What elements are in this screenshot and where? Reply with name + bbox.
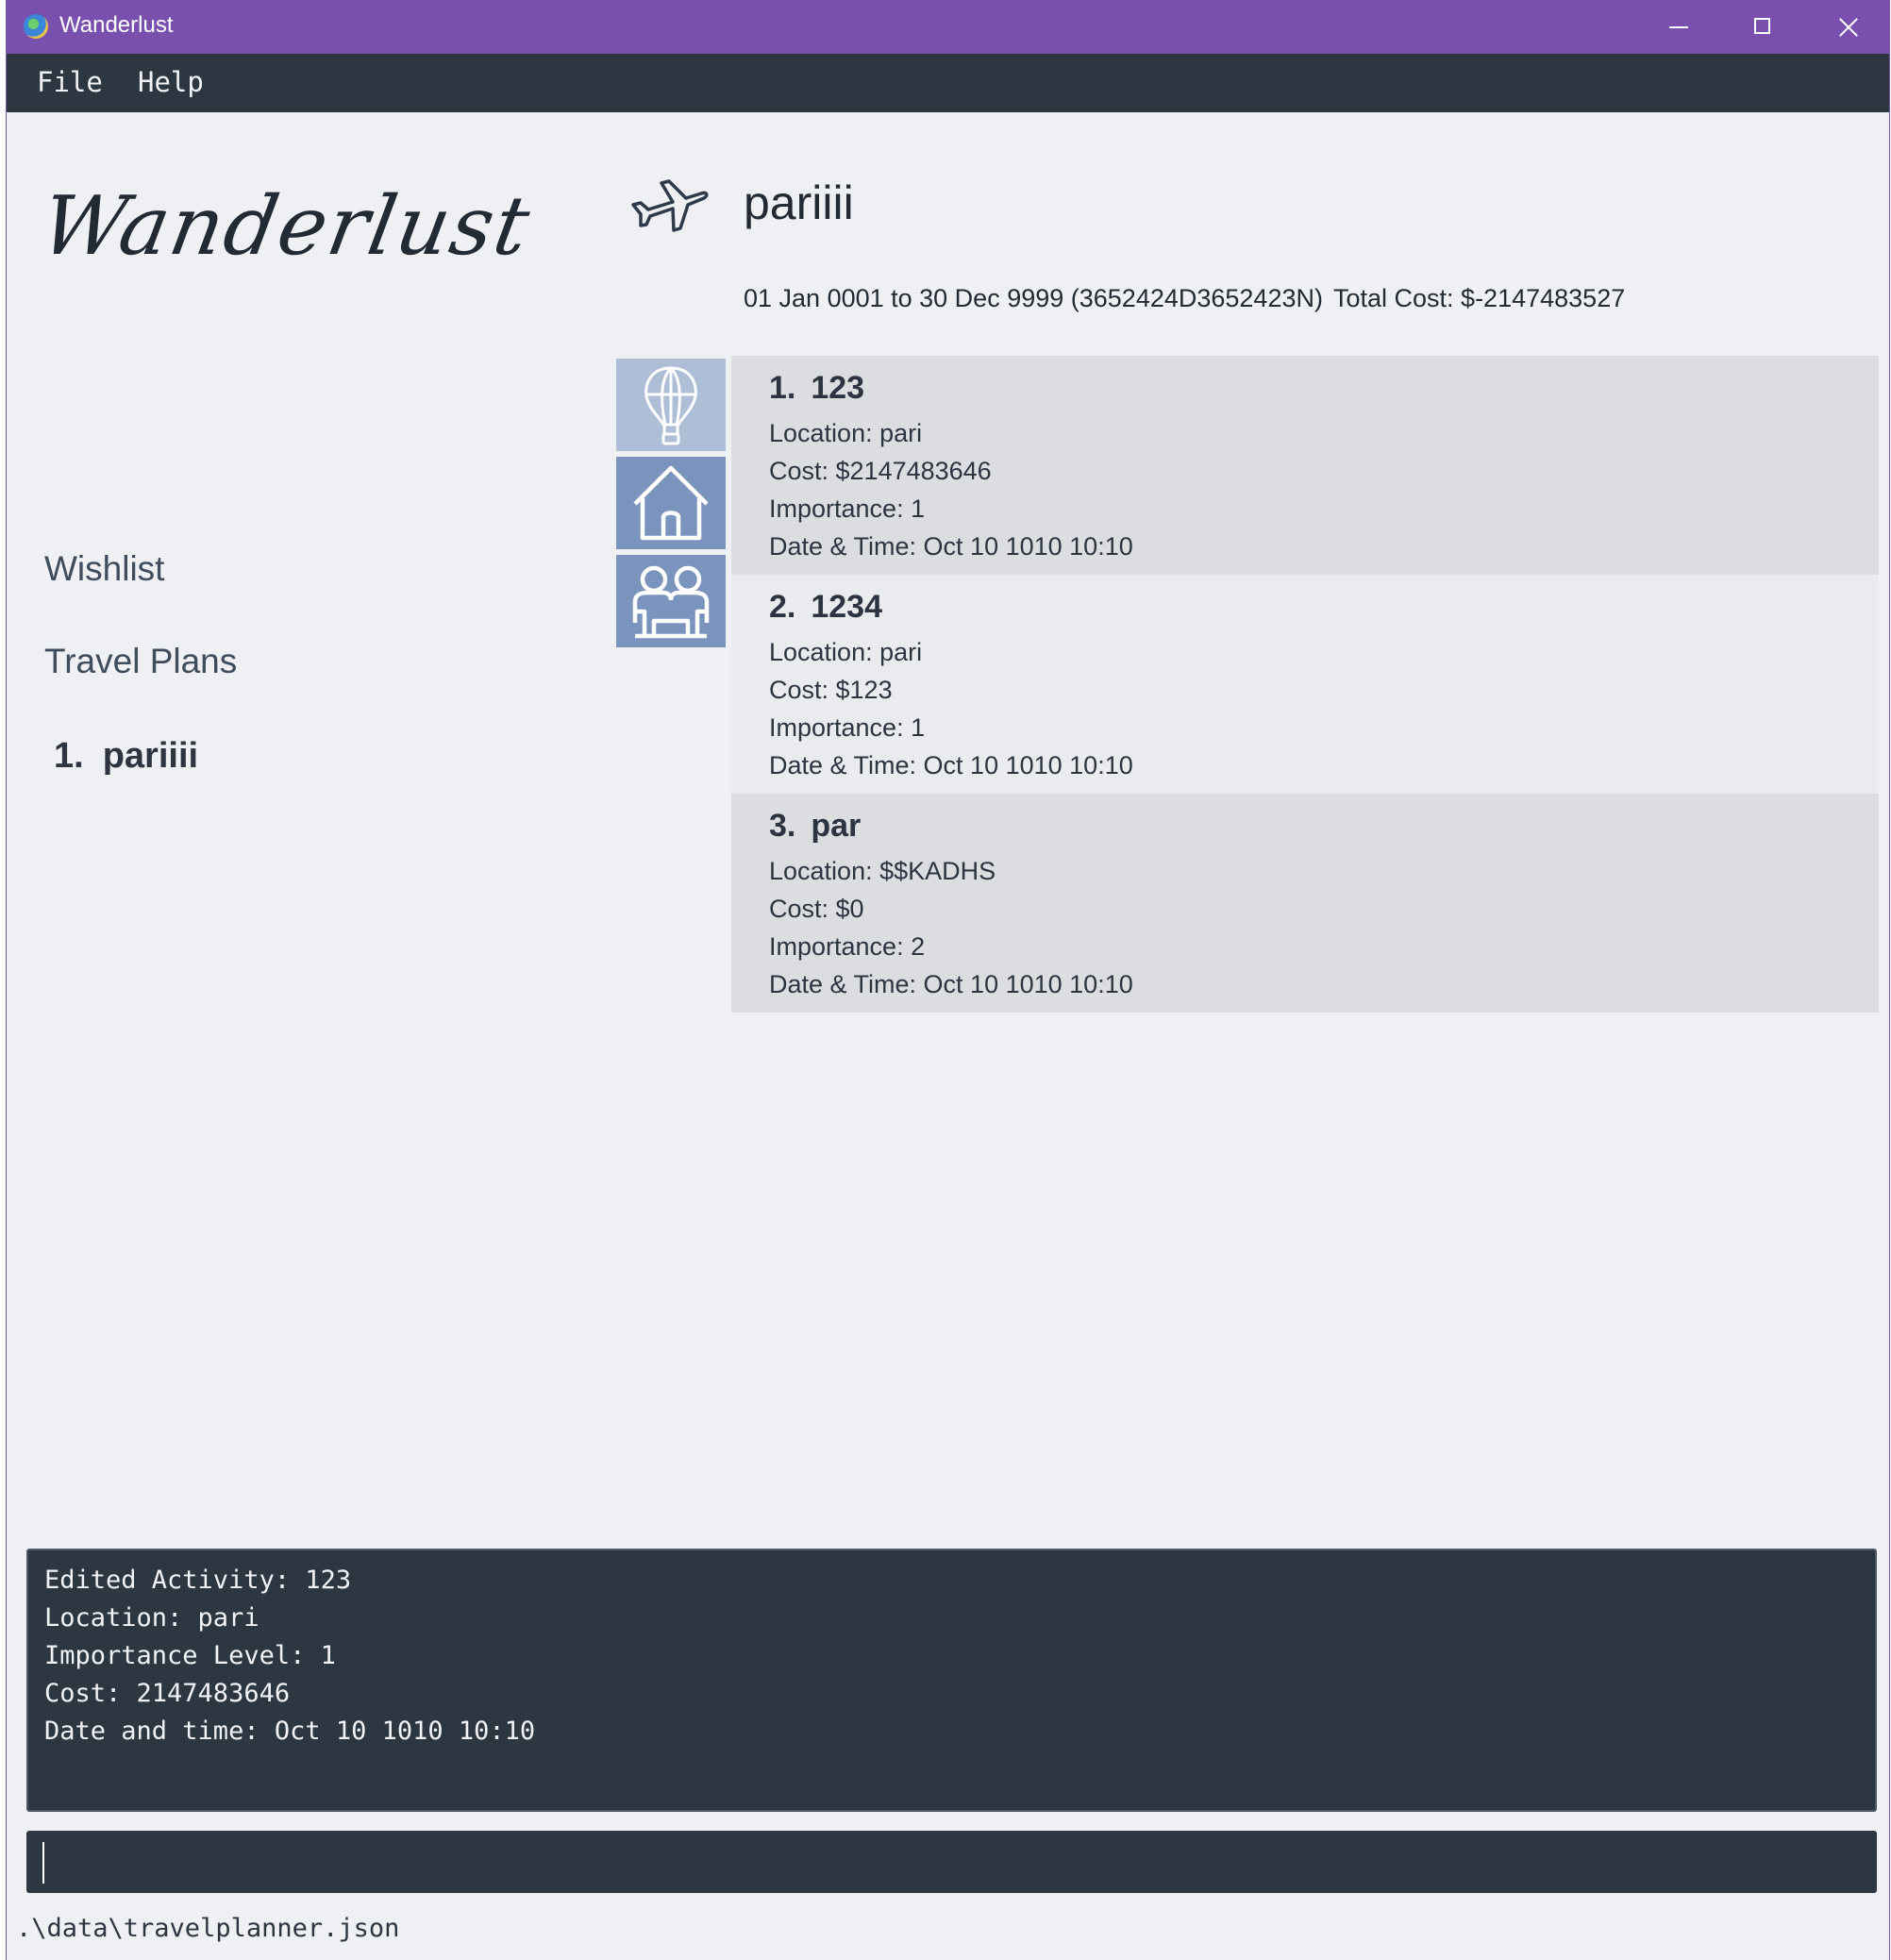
command-input[interactable] bbox=[26, 1831, 1877, 1893]
globe-icon bbox=[24, 14, 48, 39]
activity-index: 2. bbox=[769, 589, 796, 625]
travel-plan-item[interactable]: 1. pariiii bbox=[54, 736, 198, 777]
nav-travel-plans[interactable]: Travel Plans bbox=[44, 642, 237, 681]
result-display[interactable]: Edited Activity: 123 Location: pari Impo… bbox=[26, 1549, 1877, 1812]
activity-list: 1. 123 Location: pari Cost: $2147483646 I… bbox=[731, 356, 1879, 1013]
close-icon[interactable] bbox=[1804, 0, 1889, 54]
activity-importance: Importance: 2 bbox=[769, 932, 926, 961]
friends-icon bbox=[632, 565, 710, 639]
activity-index: 1. bbox=[769, 370, 796, 406]
travel-plan-title: pariiii bbox=[744, 176, 854, 229]
activity-cost: Cost: $123 bbox=[769, 676, 893, 704]
app-logo: Wanderlust bbox=[34, 179, 539, 274]
activity-name: 123 bbox=[811, 370, 865, 406]
nav-wishlist[interactable]: Wishlist bbox=[44, 549, 164, 589]
activity-title: 3. par bbox=[769, 808, 1879, 845]
plan-name: pariiii bbox=[102, 736, 199, 776]
activity-card[interactable]: 2. 1234 Location: pari Cost: $123 Importa… bbox=[731, 575, 1879, 794]
activity-title: 2. 1234 bbox=[769, 589, 1879, 626]
activity-title: 1. 123 bbox=[769, 370, 1879, 407]
app-window: Wanderlust File Help Wanderlust Wishlist… bbox=[6, 0, 1890, 1960]
activity-datetime: Date & Time: Oct 10 1010 10:10 bbox=[769, 532, 1133, 561]
airplane-icon bbox=[631, 179, 709, 232]
activity-location: Location: pari bbox=[769, 419, 923, 447]
activity-index: 3. bbox=[769, 808, 796, 844]
hot-air-balloon-icon bbox=[644, 366, 697, 445]
text-cursor bbox=[42, 1842, 44, 1884]
tab-accommodations[interactable] bbox=[615, 456, 727, 550]
menu-bar: File Help bbox=[7, 54, 1889, 112]
tab-activities[interactable] bbox=[615, 358, 727, 452]
maximize-icon[interactable] bbox=[1719, 0, 1804, 54]
activity-cost: Cost: $2147483646 bbox=[769, 457, 992, 485]
house-icon bbox=[633, 465, 709, 541]
travel-plan-dates: 01 Jan 0001 to 30 Dec 9999 (3652424D3652… bbox=[744, 284, 1323, 312]
activity-datetime: Date & Time: Oct 10 1010 10:10 bbox=[769, 751, 1133, 779]
activity-location: Location: $$KADHS bbox=[769, 857, 996, 885]
menu-help[interactable]: Help bbox=[138, 66, 204, 98]
result-line: Location: pari bbox=[44, 1603, 259, 1633]
status-bar-file-path: .\data\travelplanner.json bbox=[16, 1914, 400, 1943]
total-cost: Total Cost: $-2147483527 bbox=[1333, 284, 1626, 312]
tab-contacts[interactable] bbox=[615, 554, 727, 648]
activity-card[interactable]: 3. par Location: $$KADHS Cost: $0 Importa… bbox=[731, 794, 1879, 1013]
activity-name: 1234 bbox=[811, 589, 882, 625]
activity-name: par bbox=[811, 808, 862, 844]
activity-importance: Importance: 1 bbox=[769, 713, 926, 742]
activity-importance: Importance: 1 bbox=[769, 494, 926, 523]
result-line: Importance Level: 1 bbox=[44, 1641, 336, 1670]
activity-cost: Cost: $0 bbox=[769, 895, 864, 923]
plan-index: 1. bbox=[54, 736, 84, 776]
activity-datetime: Date & Time: Oct 10 1010 10:10 bbox=[769, 970, 1133, 998]
result-line: Cost: 2147483646 bbox=[44, 1679, 291, 1708]
result-line: Date and time: Oct 10 1010 10:10 bbox=[44, 1717, 536, 1746]
menu-file[interactable]: File bbox=[37, 66, 103, 98]
activity-card[interactable]: 1. 123 Location: pari Cost: $2147483646 I… bbox=[731, 356, 1879, 575]
window-title: Wanderlust bbox=[59, 12, 174, 38]
result-line: Edited Activity: 123 bbox=[44, 1566, 352, 1595]
title-bar[interactable]: Wanderlust bbox=[7, 0, 1889, 54]
activity-location: Location: pari bbox=[769, 638, 923, 666]
minimize-icon[interactable] bbox=[1634, 0, 1719, 54]
